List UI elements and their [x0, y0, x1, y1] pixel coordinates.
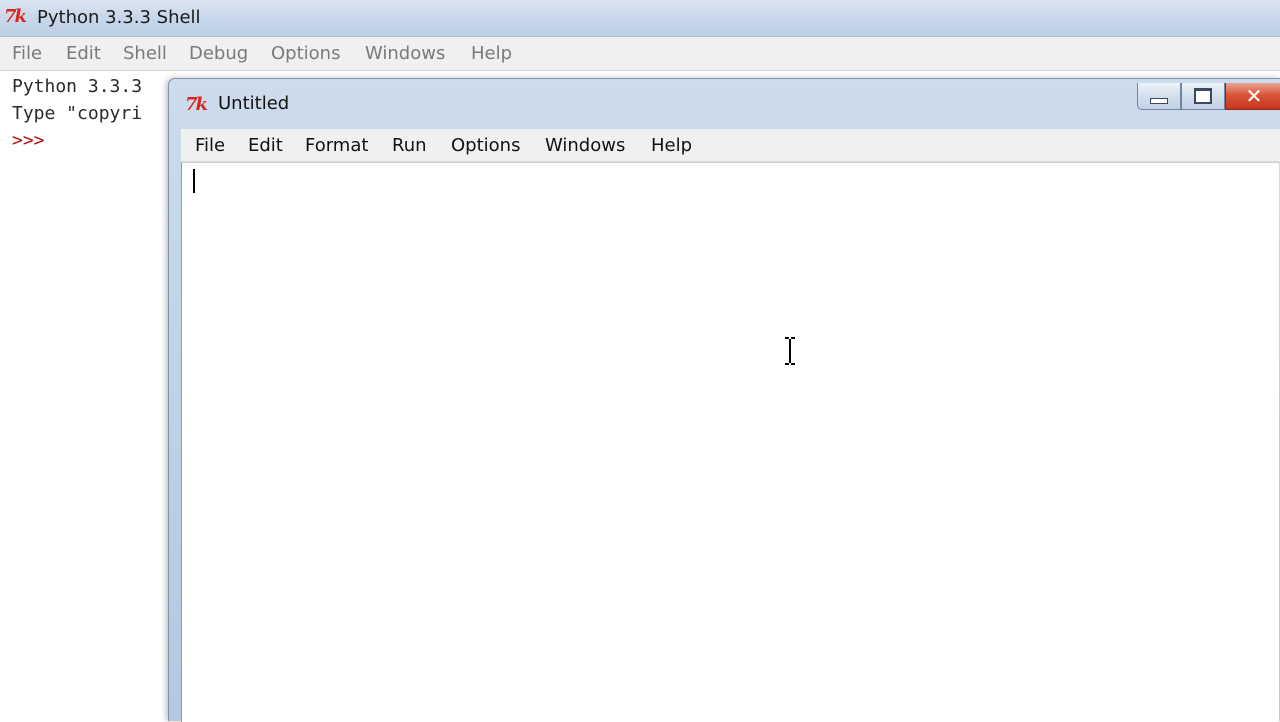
shell-menu-debug[interactable]: Debug — [189, 43, 248, 64]
editor-menu-file[interactable]: File — [195, 135, 225, 156]
text-caret — [193, 169, 195, 193]
ibeam-cursor-icon — [785, 336, 795, 366]
close-icon: ✕ — [1245, 84, 1263, 108]
shell-info-line: Type "copyri — [12, 103, 143, 124]
editor-menu-format[interactable]: Format — [305, 135, 368, 156]
shell-menu-windows[interactable]: Windows — [365, 43, 445, 64]
editor-text-area[interactable] — [181, 162, 1279, 722]
editor-menubar: File Edit Format Run Options Windows Hel… — [181, 129, 1280, 162]
shell-menu-edit[interactable]: Edit — [66, 43, 101, 64]
editor-menu-options[interactable]: Options — [451, 135, 520, 156]
maximize-icon — [1194, 88, 1212, 104]
shell-menu-help[interactable]: Help — [471, 43, 512, 64]
maximize-button[interactable] — [1181, 83, 1225, 110]
shell-window-title: Python 3.3.3 Shell — [37, 7, 201, 28]
shell-titlebar[interactable]: 7k Python 3.3.3 Shell — [0, 0, 1280, 37]
close-button[interactable]: ✕ — [1225, 83, 1280, 110]
editor-window-title: Untitled — [218, 93, 290, 114]
shell-menu-options[interactable]: Options — [271, 43, 340, 64]
editor-menu-edit[interactable]: Edit — [248, 135, 283, 156]
editor-menu-windows[interactable]: Windows — [545, 135, 625, 156]
tk-logo-icon: 7k — [4, 6, 27, 27]
shell-banner-line: Python 3.3.3 — [12, 76, 143, 97]
editor-menu-help[interactable]: Help — [651, 135, 692, 156]
editor-titlebar[interactable]: 7k Untitled ✕ — [169, 79, 1280, 127]
shell-prompt: >>> — [12, 130, 45, 151]
shell-menu-shell[interactable]: Shell — [123, 43, 167, 64]
minimize-icon — [1150, 98, 1168, 104]
tk-logo-icon: 7k — [185, 94, 208, 115]
shell-menubar: File Edit Shell Debug Options Windows He… — [0, 37, 1280, 71]
shell-menu-file[interactable]: File — [12, 43, 42, 64]
editor-window[interactable]: 7k Untitled ✕ File Edit Format Run Optio… — [168, 78, 1280, 722]
minimize-button[interactable] — [1137, 83, 1181, 110]
editor-menu-run[interactable]: Run — [392, 135, 427, 156]
